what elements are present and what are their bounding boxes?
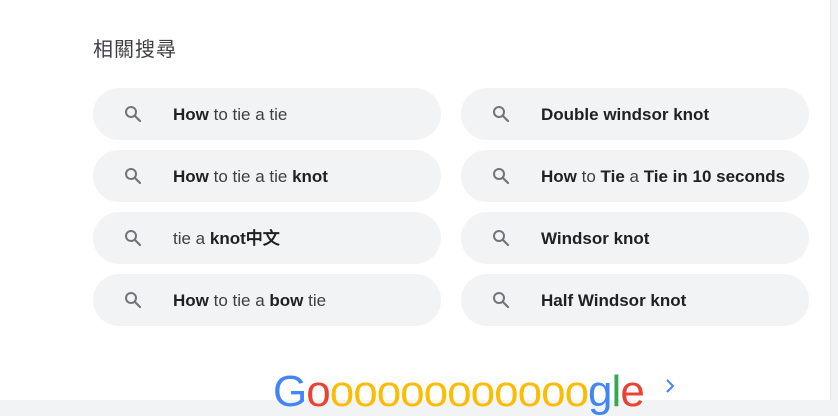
related-search-chip[interactable]: Double windsor knot — [461, 88, 809, 140]
related-search-chip[interactable]: How to Tie a Tie in 10 seconds — [461, 150, 809, 202]
search-icon — [491, 228, 511, 248]
related-search-label: How to tie a tie knot — [173, 166, 328, 187]
matched-term: Half Windsor knot — [541, 290, 687, 310]
related-search-chip[interactable]: Half Windsor knot — [461, 274, 809, 326]
matched-term: knot — [292, 166, 328, 186]
matched-term: Double windsor knot — [541, 104, 710, 124]
query-text: to tie a — [208, 290, 270, 310]
related-search-chip[interactable]: How to tie a tie — [93, 88, 441, 140]
pagination: Goooooooooooogle — [273, 370, 678, 414]
related-search-label: How to tie a tie — [173, 104, 287, 125]
related-search-label: Double windsor knot — [541, 104, 709, 125]
query-text: a — [624, 166, 644, 186]
matched-term: How — [173, 104, 209, 124]
search-icon — [123, 104, 143, 124]
search-icon — [123, 166, 143, 186]
search-icon — [491, 104, 511, 124]
chevron-right-icon[interactable] — [662, 376, 678, 396]
related-searches-card: 相關搜尋 How to tie a tie Double windsor knot… — [0, 0, 831, 414]
search-icon — [123, 228, 143, 248]
related-search-label: How to Tie a Tie in 10 seconds — [541, 166, 785, 187]
matched-term: Windsor knot — [541, 228, 650, 248]
related-search-label: How to tie a bow tie — [173, 290, 326, 311]
related-search-chip[interactable]: tie a knot中文 — [93, 212, 441, 264]
matched-term: Tie — [600, 166, 625, 186]
related-search-label: Windsor knot — [541, 228, 649, 249]
query-text: to tie a tie — [208, 166, 293, 186]
query-text: to — [576, 166, 601, 186]
matched-term: How — [173, 290, 209, 310]
google-pagination-logo[interactable]: Goooooooooooogle — [273, 370, 645, 414]
matched-term: knot中文 — [209, 228, 280, 248]
query-text: tie a — [173, 228, 210, 248]
search-icon — [491, 290, 511, 310]
related-search-label: Half Windsor knot — [541, 290, 686, 311]
related-searches-heading: 相關搜尋 — [93, 37, 177, 61]
related-search-chip[interactable]: How to tie a bow tie — [93, 274, 441, 326]
matched-term: How — [541, 166, 577, 186]
matched-term: How — [173, 166, 209, 186]
search-icon — [491, 166, 511, 186]
related-search-label: tie a knot中文 — [173, 228, 280, 249]
matched-term: Tie in 10 seconds — [643, 166, 786, 186]
related-search-chip[interactable]: Windsor knot — [461, 212, 809, 264]
matched-term: bow — [269, 290, 304, 310]
query-text: tie — [303, 290, 327, 310]
related-search-chip[interactable]: How to tie a tie knot — [93, 150, 441, 202]
query-text: to tie a tie — [208, 104, 288, 124]
search-icon — [123, 290, 143, 310]
related-searches-grid: How to tie a tie Double windsor knot How t… — [93, 88, 809, 326]
